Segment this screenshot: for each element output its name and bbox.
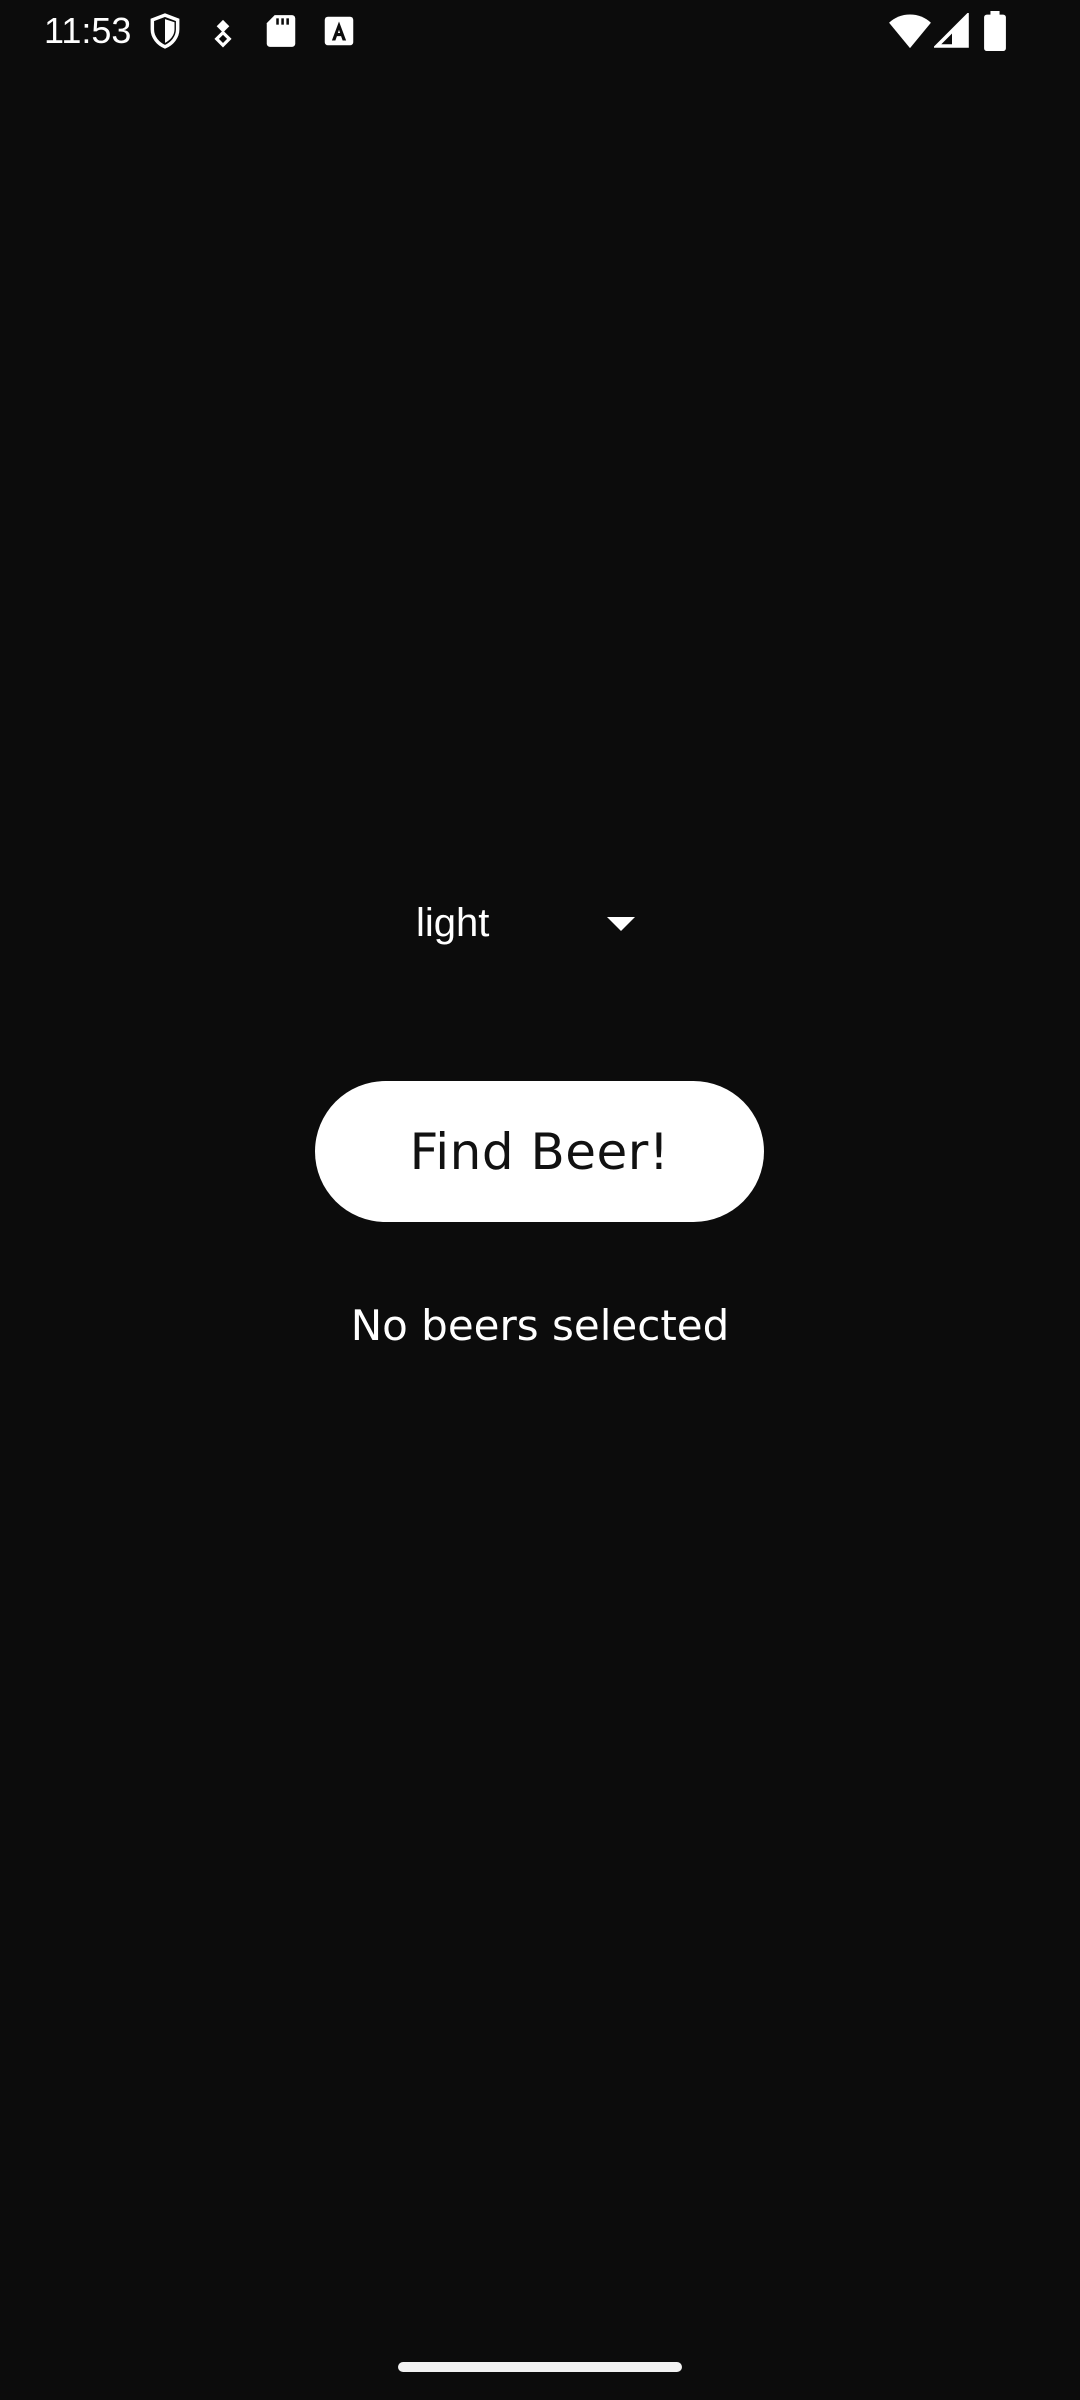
app-screen: 11:53 light Find Beer! No beers selected xyxy=(0,0,1080,2400)
cellular-signal-icon xyxy=(934,13,970,49)
status-time: 11:53 xyxy=(44,10,132,51)
dropdown-selected-value: light xyxy=(416,901,490,945)
font-a-icon xyxy=(320,12,358,50)
wifi-icon xyxy=(888,10,932,50)
location-pin-icon xyxy=(204,12,242,50)
find-beer-button[interactable]: Find Beer! xyxy=(315,1081,764,1222)
battery-icon xyxy=(984,11,1006,51)
sd-card-icon xyxy=(262,12,300,50)
shield-icon xyxy=(146,12,184,50)
triangle-down-icon xyxy=(606,916,636,932)
result-text: No beers selected xyxy=(350,1301,730,1350)
status-bar: 11:53 xyxy=(0,0,1080,62)
beer-type-dropdown[interactable]: light xyxy=(400,882,650,966)
find-beer-button-label: Find Beer! xyxy=(409,1122,670,1181)
home-indicator[interactable] xyxy=(398,2362,682,2372)
